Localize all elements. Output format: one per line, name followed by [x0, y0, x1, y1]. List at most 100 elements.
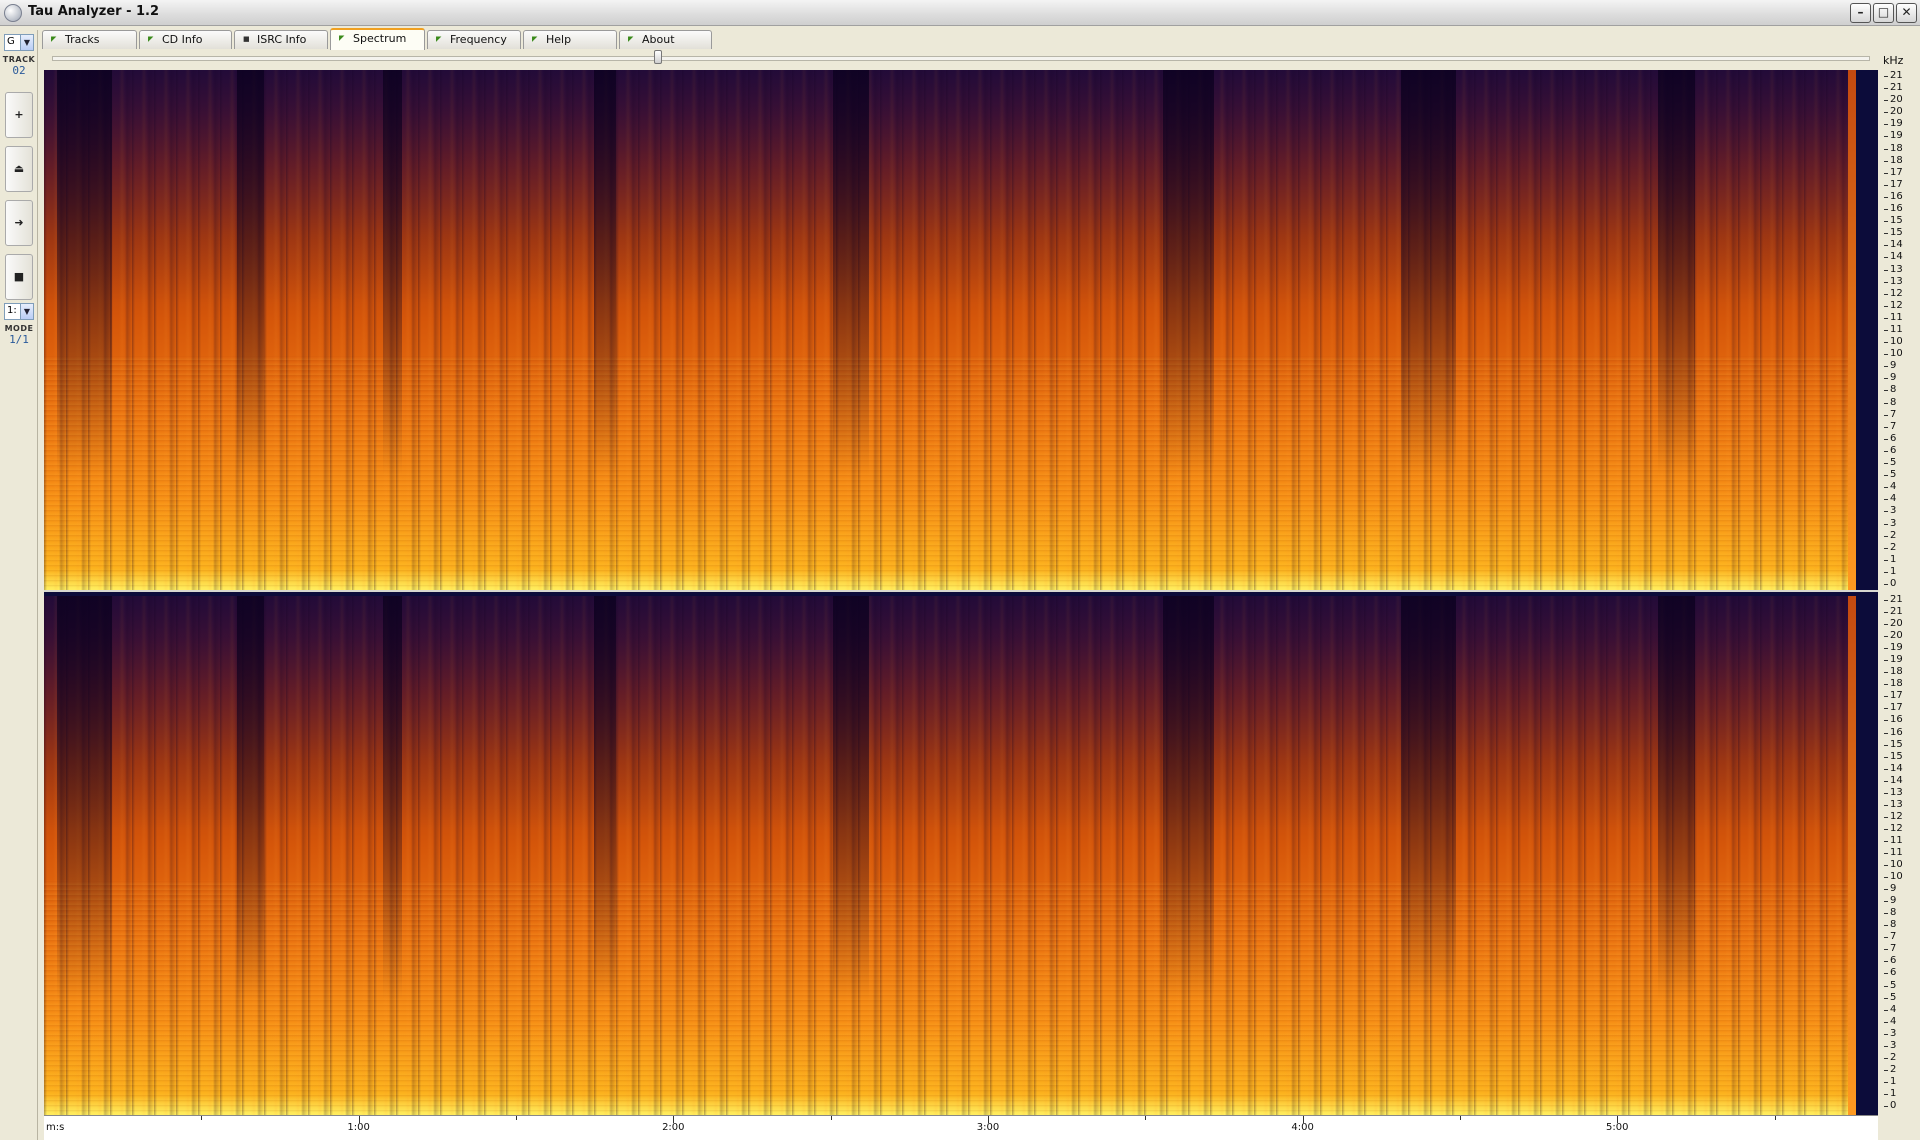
tab-tracks[interactable]: ◤ Tracks — [42, 30, 137, 49]
tab-help[interactable]: ◤ Help — [523, 30, 617, 49]
frequency-tick-label: 7 — [1883, 420, 1897, 432]
channel-divider — [44, 590, 1878, 592]
frequency-tick-label: 2 — [1883, 1063, 1897, 1075]
frequency-tick-label: 14 — [1884, 762, 1903, 774]
tab-isrc-info[interactable]: ■ ISRC Info — [234, 30, 328, 49]
frequency-tick-label: 5 — [1883, 979, 1897, 991]
frequency-tick-label: 13 — [1884, 275, 1903, 287]
forward-button[interactable]: ➜ — [5, 200, 33, 246]
time-tick — [1774, 1116, 1776, 1120]
frequency-tick-label: 21 — [1884, 594, 1903, 605]
frequency-tick-label: 21 — [1884, 606, 1903, 618]
tab-label: ISRC Info — [257, 33, 307, 46]
frequency-tick-label: 15 — [1884, 738, 1903, 750]
time-tick — [1459, 1116, 1461, 1120]
frequency-tick-label: 5 — [1883, 457, 1897, 469]
frequency-tick-label: 7 — [1883, 931, 1897, 943]
eject-icon: ⏏ — [13, 162, 25, 175]
frequency-tick-label: 17 — [1884, 702, 1903, 714]
frequency-tick-label: 1 — [1883, 1087, 1897, 1099]
frequency-tick-label: 9 — [1883, 360, 1897, 372]
frequency-tick-label: 20 — [1884, 630, 1903, 642]
frequency-tick-label: 4 — [1883, 493, 1897, 505]
frequency-tick-label: 12 — [1884, 287, 1903, 299]
frequency-tick-label: 3 — [1883, 1027, 1897, 1039]
spectrogram-right-channel — [44, 596, 1878, 1115]
tab-cd-info[interactable]: ◤ CD Info — [139, 30, 232, 49]
frequency-tick-label: 6 — [1883, 444, 1897, 456]
time-unit-label: m:s — [46, 1122, 65, 1133]
stop-icon: ■ — [13, 270, 25, 283]
time-axis: m:s 1:00 2:00 3:00 4:00 5:00 — [44, 1115, 1878, 1140]
frequency-tick-label: 19 — [1884, 118, 1903, 130]
tab-spectrum[interactable]: ◤ Spectrum — [330, 28, 425, 50]
frequency-tick-label: 13 — [1884, 263, 1903, 275]
frequency-tick-label: 4 — [1883, 1015, 1897, 1027]
frequency-tick-label: 14 — [1884, 251, 1903, 263]
eject-button[interactable]: ⏏ — [5, 146, 33, 192]
maximize-button[interactable]: □ — [1873, 3, 1894, 23]
tab-label: Frequency — [450, 33, 507, 46]
frequency-tick-label: 19 — [1884, 642, 1903, 654]
close-button[interactable]: ✕ — [1896, 3, 1917, 23]
frequency-tick-label: 15 — [1884, 215, 1903, 227]
status-indicator-icon: ◤ — [339, 34, 345, 42]
frequency-tick-label: 18 — [1884, 154, 1903, 166]
stop-button[interactable]: ■ — [5, 254, 33, 300]
frequency-axis-bottom: 21 21 20 20 19 19 18 18 17 17 16 16 15 15 14 14 13 13 12 12… — [1880, 595, 1920, 1111]
spectrogram-area[interactable] — [44, 70, 1878, 1115]
track-label: TRACK — [2, 55, 36, 64]
position-slider-thumb[interactable] — [654, 50, 662, 64]
frequency-tick-label: 16 — [1884, 203, 1903, 215]
frequency-tick-label: 1 — [1883, 1075, 1897, 1087]
mode-select[interactable]: 1: ▼ — [4, 303, 34, 320]
frequency-tick-label: 0 — [1883, 578, 1897, 589]
tab-label: Spectrum — [353, 32, 407, 45]
frequency-tick-label: 10 — [1884, 336, 1903, 348]
time-tick — [201, 1116, 203, 1120]
tab-label: Tracks — [65, 33, 100, 46]
frequency-tick-label: 2 — [1883, 1051, 1897, 1063]
frequency-tick-label: 17 — [1884, 178, 1903, 190]
frequency-tick-label: 2 — [1883, 541, 1897, 553]
frequency-tick-label: 20 — [1884, 106, 1903, 118]
tab-about[interactable]: ◤ About — [619, 30, 712, 49]
frequency-tick-label: 18 — [1884, 142, 1903, 154]
status-indicator-icon: ◤ — [532, 35, 538, 43]
status-indicator-icon: ◤ — [148, 35, 154, 43]
frequency-tick-label: 21 — [1884, 70, 1903, 81]
minimize-button[interactable]: – — [1850, 3, 1871, 23]
frequency-tick-label: 4 — [1883, 1003, 1897, 1015]
frequency-tick-label: 12 — [1884, 810, 1903, 822]
frequency-tick-label: 10 — [1884, 871, 1903, 883]
drive-select-value: G — [7, 36, 15, 47]
time-tick-label: 4:00 — [1291, 1122, 1314, 1133]
frequency-tick-label: 16 — [1884, 714, 1903, 726]
frequency-tick-label: 14 — [1884, 774, 1903, 786]
frequency-tick-label: 2 — [1883, 529, 1897, 541]
plus-icon: + — [14, 108, 24, 121]
mode-select-value: 1: — [7, 305, 17, 316]
chevron-down-icon: ▼ — [20, 35, 33, 50]
track-number: 02 — [12, 64, 26, 77]
window-title: Tau Analyzer - 1.2 — [28, 4, 160, 19]
frequency-tick-label: 11 — [1884, 311, 1903, 323]
chevron-down-icon: ▼ — [20, 304, 33, 319]
tab-frequency[interactable]: ◤ Frequency — [427, 30, 521, 49]
tab-label: About — [642, 33, 675, 46]
time-tick — [515, 1116, 517, 1120]
frequency-tick-label: 9 — [1883, 372, 1897, 384]
frequency-tick-label: 8 — [1883, 919, 1897, 931]
frequency-tick-label: 3 — [1883, 505, 1897, 517]
position-slider[interactable] — [52, 56, 1870, 61]
frequency-tick-label: 8 — [1883, 907, 1897, 919]
frequency-tick-label: 11 — [1884, 847, 1903, 858]
frequency-tick-label: 15 — [1884, 227, 1903, 239]
status-indicator-icon: ◤ — [51, 35, 57, 43]
frequency-tick-label: 1 — [1883, 553, 1897, 565]
add-button[interactable]: + — [5, 92, 33, 138]
time-tick — [830, 1116, 832, 1120]
drive-select[interactable]: G ▼ — [4, 34, 34, 51]
frequency-tick-label: 7 — [1883, 943, 1897, 955]
frequency-tick-label: 0 — [1883, 1100, 1897, 1111]
